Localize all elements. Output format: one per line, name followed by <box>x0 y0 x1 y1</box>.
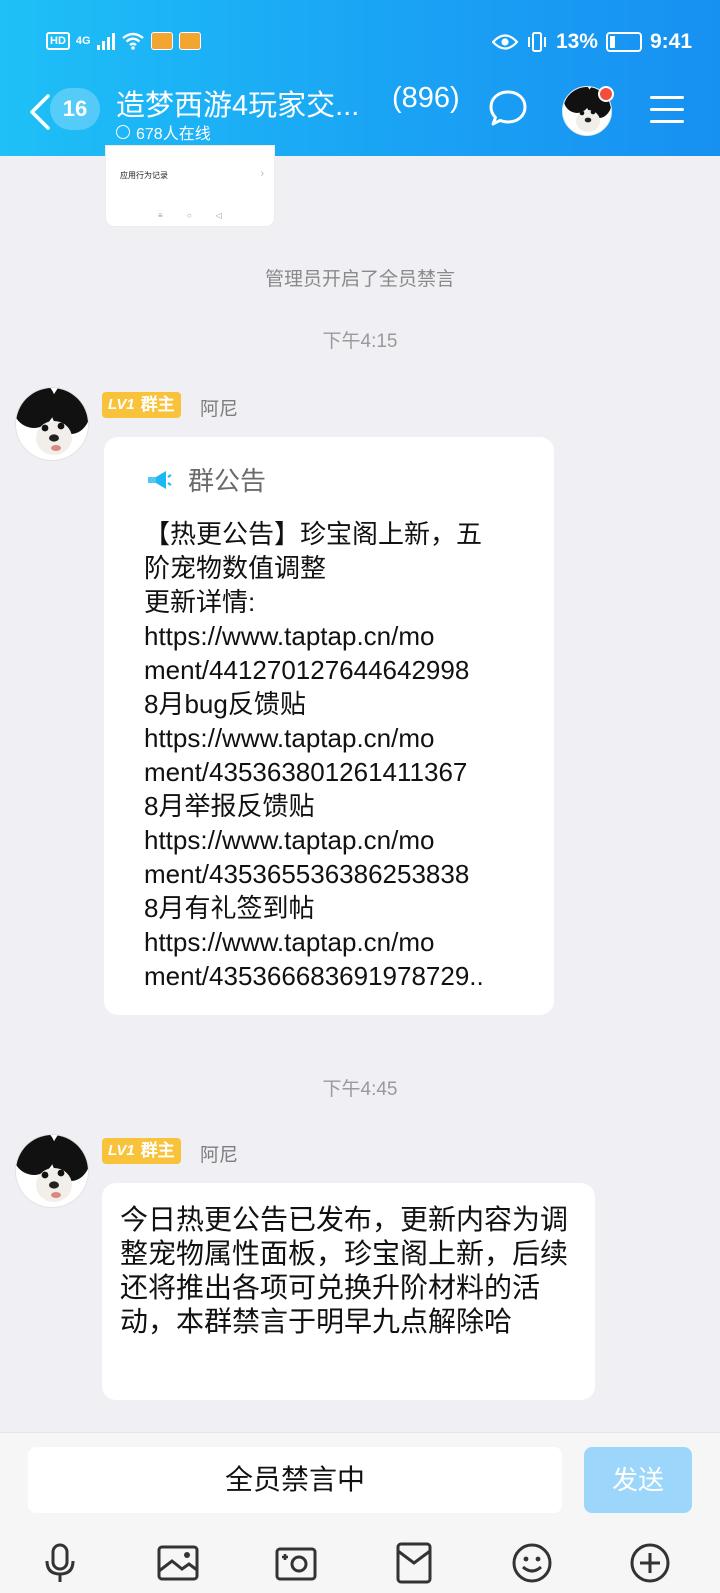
online-status: 678人在线 <box>116 120 211 144</box>
chat-bubble-icon[interactable] <box>488 88 528 128</box>
emoji-icon[interactable] <box>510 1541 554 1585</box>
announcement-line: 【热更公告】珍宝阁上新，五 <box>144 519 483 549</box>
sender-name[interactable]: 阿尼 <box>200 1140 238 1167</box>
timestamp: 下午4:45 <box>322 1079 398 1100</box>
announcement-link[interactable]: ment/435366683691978729.. <box>144 959 524 993</box>
announcement-link[interactable]: https://www.taptap.cn/mo <box>144 925 524 959</box>
online-count: 678人在线 <box>136 126 211 143</box>
sender-avatar[interactable] <box>16 388 88 460</box>
level-label: LV1 <box>108 396 135 413</box>
chevron-right-icon: › <box>260 168 264 179</box>
announcement-title: 群公告 <box>188 466 267 496</box>
clock: 9:41 <box>649 30 692 53</box>
announcement-link[interactable]: https://www.taptap.cn/mo <box>144 823 524 857</box>
eye-icon <box>491 34 518 50</box>
announcement-link[interactable]: https://www.taptap.cn/mo <box>144 721 524 755</box>
group-name: 造梦西游4玩家交... <box>116 90 360 122</box>
microphone-icon[interactable] <box>38 1541 82 1585</box>
wifi-icon <box>121 32 144 50</box>
announcement-heading: 群公告 <box>146 461 266 498</box>
announcement-body: 【热更公告】珍宝阁上新，五 阶宠物数值调整 更新详情: https://www.… <box>144 517 524 993</box>
announcement-line: 8月举报反馈贴 <box>144 791 315 821</box>
system-notice: 管理员开启了全员禁言 <box>264 269 455 290</box>
battery-percent: 13% <box>555 30 598 53</box>
group-announcement-card[interactable]: 群公告 【热更公告】珍宝阁上新，五 阶宠物数值调整 更新详情: https://… <box>104 437 554 1015</box>
owner-tag: LV1 群主 <box>102 1138 181 1164</box>
member-count: (896) <box>392 82 460 114</box>
menu-icon[interactable] <box>650 96 684 126</box>
role-label: 群主 <box>140 395 175 414</box>
announcement-line: 阶宠物数值调整 <box>144 553 327 583</box>
message-bubble[interactable]: 今日热更公告已发布，更新内容为调整宠物属性面板，珍宝阁上新，后续还将推出各项可兑… <box>102 1183 595 1400</box>
thumbnail-nav-bar: ≡ ○ ◁ <box>158 211 222 220</box>
image-message-thumbnail[interactable]: 应用行为记录 › ≡ ○ ◁ <box>106 146 274 226</box>
online-icon <box>116 125 130 139</box>
camera-icon[interactable] <box>274 1541 318 1585</box>
role-label: 群主 <box>140 1141 175 1160</box>
status-bar: HD 4G 13% 9:41 <box>0 22 720 66</box>
app-notification-icon <box>150 32 173 50</box>
announcement-line: 8月有礼签到帖 <box>144 893 315 923</box>
timestamp: 下午4:15 <box>322 331 398 352</box>
message-text: 今日热更公告已发布，更新内容为调整宠物属性面板，珍宝阁上新，后续还将推出各项可兑… <box>120 1204 569 1337</box>
dog-avatar-icon <box>16 1135 88 1207</box>
signal-icon <box>96 32 115 50</box>
input-toolbar <box>0 1533 720 1593</box>
input-bar: 全员禁言中 发送 <box>0 1432 720 1593</box>
announcement-line: 更新详情: <box>144 587 256 617</box>
thumbnail-row-label: 应用行为记录 <box>120 171 168 180</box>
app-notification-icon <box>178 32 201 50</box>
send-button: 发送 <box>584 1447 692 1513</box>
network-type: 4G <box>75 34 91 47</box>
announcement-link[interactable]: ment/441270127644642998 <box>144 653 524 687</box>
owner-tag: LV1 群主 <box>102 392 181 418</box>
hd-indicator: HD <box>46 32 70 50</box>
announcement-link[interactable]: ment/435363801261411367 <box>144 755 524 789</box>
image-icon[interactable] <box>156 1541 200 1585</box>
announcement-link[interactable]: https://www.taptap.cn/mo <box>144 619 524 653</box>
sender-avatar[interactable] <box>16 1135 88 1207</box>
chat-header: HD 4G 13% 9:41 16 造梦西游4玩家交... (896) 678人… <box>0 0 720 156</box>
red-packet-icon[interactable] <box>392 1541 436 1585</box>
unread-count-badge[interactable]: 16 <box>50 88 100 130</box>
notification-dot <box>598 86 614 102</box>
megaphone-icon <box>148 470 172 489</box>
level-label: LV1 <box>108 1142 135 1159</box>
announcement-link[interactable]: ment/435365536386253838 <box>144 857 524 891</box>
vibrate-icon <box>527 32 546 52</box>
sender-name[interactable]: 阿尼 <box>200 394 238 421</box>
muted-input-field: 全员禁言中 <box>28 1447 562 1513</box>
dog-avatar-icon <box>16 388 88 460</box>
battery-icon <box>605 32 642 52</box>
group-title[interactable]: 造梦西游4玩家交... (896) <box>116 82 460 124</box>
plus-icon[interactable] <box>628 1541 672 1585</box>
announcement-line: 8月bug反馈贴 <box>144 689 306 719</box>
